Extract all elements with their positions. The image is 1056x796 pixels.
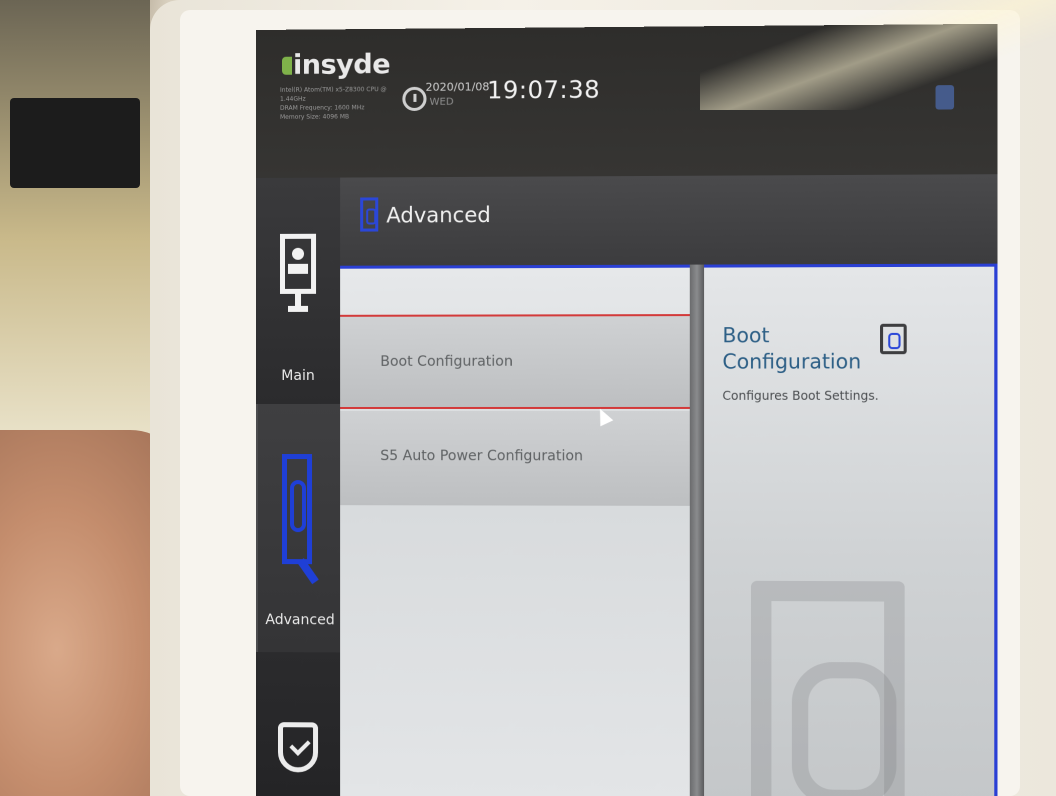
nav-item-advanced[interactable]: Advanced: [256, 403, 341, 653]
page-title-bar: Advanced: [340, 174, 998, 266]
insyde-logo: insyde: [281, 48, 391, 81]
help-description: Configures Boot Settings.: [722, 388, 879, 403]
monitor-user-icon: [279, 233, 317, 326]
language-icon[interactable]: [935, 85, 955, 110]
panel-divider: [689, 264, 705, 796]
advanced-small-icon: [360, 197, 379, 232]
system-info-line: Memory Size: 4096 MB: [279, 113, 350, 121]
menu-item-boot-configuration[interactable]: Boot Configuration: [340, 314, 690, 409]
nav-item-security[interactable]: [256, 652, 341, 796]
help-title: Boot Configuration: [722, 323, 862, 374]
nav-item-label: Advanced: [265, 612, 335, 629]
system-info: Intel(R) Atom(TM) x5-Z8300 CPU @ 1.44GHz…: [280, 85, 400, 122]
brand-name: insyde: [293, 48, 391, 81]
logo-mark-icon: [281, 56, 293, 75]
system-info-line: Intel(R) Atom(TM) x5-Z8300 CPU @: [279, 86, 387, 94]
time: 19:07:38: [487, 75, 601, 105]
menu-list: Boot Configuration S5 Auto Power Configu…: [340, 264, 690, 796]
left-nav: Main Advanced: [256, 177, 341, 796]
watermark-icon: [750, 580, 905, 796]
bios-screen: insyde Intel(R) Atom(TM) x5-Z8300 CPU @ …: [256, 23, 998, 796]
date: 2020/01/08: [425, 80, 490, 94]
shield-icon: [277, 722, 319, 773]
nav-item-label: Main: [281, 367, 315, 384]
boot-config-icon: [880, 323, 907, 355]
clock-icon: [402, 86, 427, 112]
weekday: WED: [429, 96, 454, 108]
bios-header: insyde Intel(R) Atom(TM) x5-Z8300 CPU @ …: [256, 23, 998, 178]
menu-item-s5-auto-power-configuration[interactable]: S5 Auto Power Configuration: [340, 410, 690, 506]
advanced-icon: [278, 454, 324, 585]
page-title: Advanced: [386, 202, 491, 228]
background-cable: [10, 98, 140, 188]
help-panel: Boot Configuration Configures Boot Setti…: [704, 263, 998, 796]
nav-item-main[interactable]: Main: [256, 177, 341, 404]
menu-item-label: S5 Auto Power Configuration: [380, 448, 584, 465]
menu-item-label: Boot Configuration: [380, 353, 513, 370]
